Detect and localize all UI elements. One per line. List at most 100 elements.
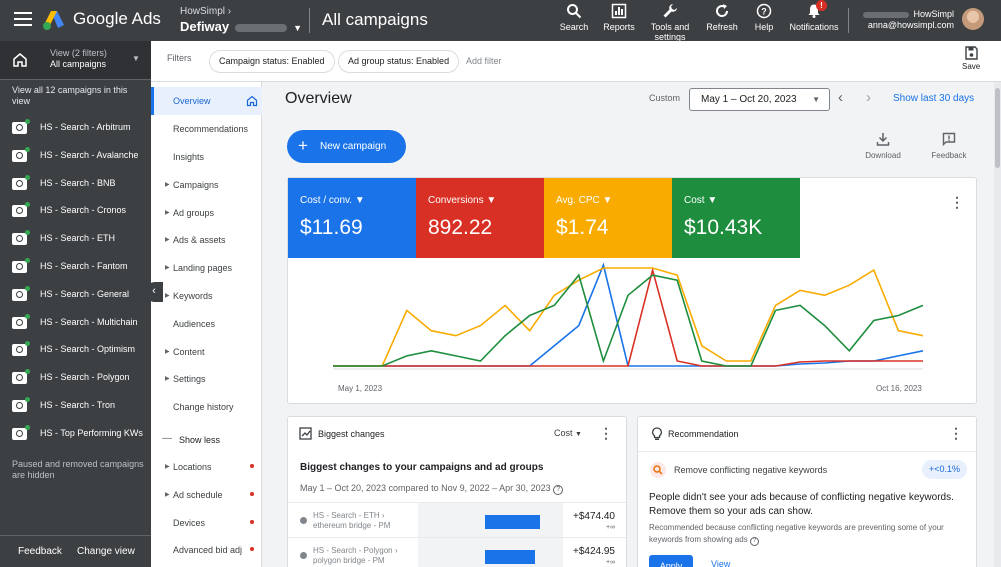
help-button[interactable]: ? Help bbox=[750, 3, 778, 32]
search-campaign-icon bbox=[12, 261, 27, 273]
nav-item-ads-assets[interactable]: ▶ Ads & assets bbox=[151, 226, 262, 254]
nav-item-settings[interactable]: ▶ Settings bbox=[151, 365, 262, 393]
reports-button[interactable]: Reports bbox=[601, 3, 637, 32]
metric-tile-conversions[interactable]: Conversions ▼ 892.22 bbox=[416, 178, 544, 258]
status-dot bbox=[300, 552, 307, 559]
row-campaign[interactable]: HS - Search - ETH › bbox=[313, 511, 385, 520]
home-icon bbox=[246, 95, 258, 107]
search-campaign-icon bbox=[12, 427, 27, 440]
nav-item-ad-groups[interactable]: ▶ Ad groups bbox=[151, 199, 262, 227]
campaign-name: HS - Search - Optimism bbox=[40, 344, 136, 355]
date-range-picker[interactable]: May 1 – Oct 20, 2023 ▼ bbox=[689, 88, 830, 111]
series-line-3 bbox=[333, 273, 924, 367]
biggest-changes-title: Biggest changes bbox=[318, 429, 385, 439]
campaign-item[interactable]: HS - Search - Arbitrum bbox=[0, 115, 151, 142]
row-ad-group[interactable]: polygon bridge - PM bbox=[313, 556, 385, 565]
search-campaign-icon bbox=[12, 233, 27, 246]
avatar[interactable] bbox=[962, 8, 984, 30]
nav-item-locations[interactable]: ▶ Locations bbox=[151, 453, 262, 481]
campaign-item[interactable]: HS - Search - Avalanche bbox=[0, 143, 151, 170]
feedback-icon bbox=[942, 132, 956, 146]
prev-period-button[interactable]: ‹ bbox=[838, 89, 843, 106]
nav-item-content[interactable]: ▶ Content bbox=[151, 338, 262, 366]
table-row[interactable]: HS - Search - ETH › ethereum bridge - PM +… bbox=[288, 502, 626, 537]
caret-down-icon: ▼ bbox=[354, 195, 365, 206]
caret-down-icon: ▼ bbox=[602, 195, 613, 206]
view-all-campaigns-link[interactable]: View all 12 campaigns in this view bbox=[12, 85, 142, 107]
notifications-button[interactable]: Notifications bbox=[787, 3, 841, 32]
status-dot bbox=[300, 517, 307, 524]
status-enabled-dot bbox=[25, 285, 30, 291]
metric-selector[interactable]: Cost ▼ bbox=[554, 428, 582, 438]
filter-chip-ad-group-status[interactable]: Ad group status: Enabled bbox=[338, 50, 460, 73]
change-bar bbox=[485, 515, 540, 529]
alert-dot bbox=[250, 520, 254, 524]
feedback-button[interactable]: Feedback bbox=[927, 132, 971, 160]
nav-item-audiences[interactable]: Audiences bbox=[151, 310, 262, 338]
scrollbar-thumb[interactable] bbox=[995, 88, 1000, 168]
nav-item-insights[interactable]: Insights bbox=[151, 143, 262, 171]
nav-item-recommendations[interactable]: Recommendations bbox=[151, 115, 262, 143]
table-row[interactable]: HS - Search - Polygon › polygon bridge - … bbox=[288, 537, 626, 567]
search-campaign-icon bbox=[12, 400, 27, 412]
next-period-button[interactable]: › bbox=[866, 89, 871, 106]
feedback-link[interactable]: Feedback bbox=[18, 546, 62, 557]
more-options-icon[interactable]: ⋮ bbox=[599, 425, 613, 442]
campaign-item[interactable]: HS - Search - Tron bbox=[0, 393, 151, 420]
nav-item-show-less[interactable]: — Show less bbox=[151, 426, 262, 454]
nav-item-ad-schedule[interactable]: ▶ Ad schedule bbox=[151, 481, 262, 509]
apply-button[interactable]: Apply bbox=[649, 555, 693, 567]
campaign-item[interactable]: HS - Search - ETH bbox=[0, 226, 151, 253]
campaign-item[interactable]: HS - Search - Multichain bbox=[0, 310, 151, 337]
campaign-item[interactable]: HS - Search - Fantom bbox=[0, 254, 151, 281]
nav-item-devices[interactable]: Devices bbox=[151, 509, 262, 537]
save-button[interactable]: Save bbox=[962, 46, 980, 71]
more-options-icon[interactable]: ⋮ bbox=[949, 425, 963, 442]
metric-value: $1.74 bbox=[556, 216, 609, 239]
nav-item-overview[interactable]: Overview bbox=[151, 87, 262, 115]
add-filter-button[interactable]: Add filter bbox=[466, 56, 502, 66]
recommendation-item[interactable]: Remove conflicting negative keywords bbox=[674, 465, 827, 475]
campaign-item[interactable]: HS - Search - Optimism bbox=[0, 337, 151, 364]
filter-chip-campaign-status[interactable]: Campaign status: Enabled bbox=[209, 50, 335, 73]
status-enabled-dot bbox=[25, 119, 30, 124]
help-icon[interactable]: ? bbox=[553, 485, 564, 495]
search-button[interactable]: Search bbox=[557, 3, 591, 32]
view-button[interactable]: View bbox=[711, 559, 730, 567]
row-campaign[interactable]: HS - Search - Polygon › bbox=[313, 546, 397, 555]
nav-item-landing-pages[interactable]: ▶ Landing pages bbox=[151, 254, 262, 282]
nav-item-change-history[interactable]: Change history bbox=[151, 393, 262, 421]
nav-item-advanced-bid-adj[interactable]: Advanced bid adj bbox=[151, 536, 262, 564]
help-icon[interactable]: ? bbox=[749, 537, 759, 546]
tools-settings-button[interactable]: Tools and settings bbox=[645, 3, 695, 42]
campaign-item[interactable]: HS - Search - Polygon bbox=[0, 365, 151, 392]
change-view-link[interactable]: Change view bbox=[77, 546, 135, 557]
filters-label[interactable]: Filters bbox=[167, 53, 192, 63]
chevron-left-icon: ‹ bbox=[838, 89, 843, 106]
collapse-panel-button[interactable]: ‹ bbox=[145, 282, 163, 302]
metric-tile-cost-per-conv[interactable]: Cost / conv. ▼ $11.69 bbox=[288, 178, 416, 258]
nav-item-keywords[interactable]: ▶ Keywords bbox=[151, 282, 262, 310]
scrollbar[interactable] bbox=[994, 82, 1001, 567]
more-options-icon[interactable]: ⋮ bbox=[950, 194, 964, 211]
user-account[interactable]: HowSimpl anna@howsimpl.com bbox=[862, 9, 954, 31]
redacted-user-id bbox=[863, 11, 910, 18]
campaign-item[interactable]: HS - Search - BNB bbox=[0, 171, 151, 198]
view-selector[interactable]: View (2 filters) All campaigns ▼ bbox=[0, 41, 151, 80]
account-switcher[interactable]: HowSimpl › Defiway ▼ bbox=[180, 6, 302, 34]
alert-dot bbox=[250, 464, 254, 468]
nav-item-campaigns[interactable]: ▶ Campaigns bbox=[151, 171, 262, 199]
campaign-item[interactable]: HS - Top Performing KWs bbox=[0, 421, 151, 448]
google-ads-logo[interactable] bbox=[42, 9, 66, 31]
metric-tile-cost[interactable]: Cost ▼ $10.43K bbox=[672, 178, 800, 258]
new-campaign-button[interactable]: + New campaign bbox=[287, 130, 406, 163]
metric-tile-avg-cpc[interactable]: Avg. CPC ▼ $1.74 bbox=[544, 178, 672, 258]
show-last-30-days-link[interactable]: Show last 30 days bbox=[893, 93, 974, 104]
menu-icon[interactable] bbox=[14, 12, 32, 28]
refresh-button[interactable]: Refresh bbox=[705, 3, 739, 32]
campaign-item[interactable]: HS - Search - Cronos bbox=[0, 198, 151, 225]
campaign-item[interactable]: HS - Search - General bbox=[0, 282, 151, 309]
status-enabled-dot bbox=[25, 397, 30, 402]
row-ad-group[interactable]: ethereum bridge - PM bbox=[313, 521, 390, 530]
download-button[interactable]: Download bbox=[861, 132, 905, 160]
